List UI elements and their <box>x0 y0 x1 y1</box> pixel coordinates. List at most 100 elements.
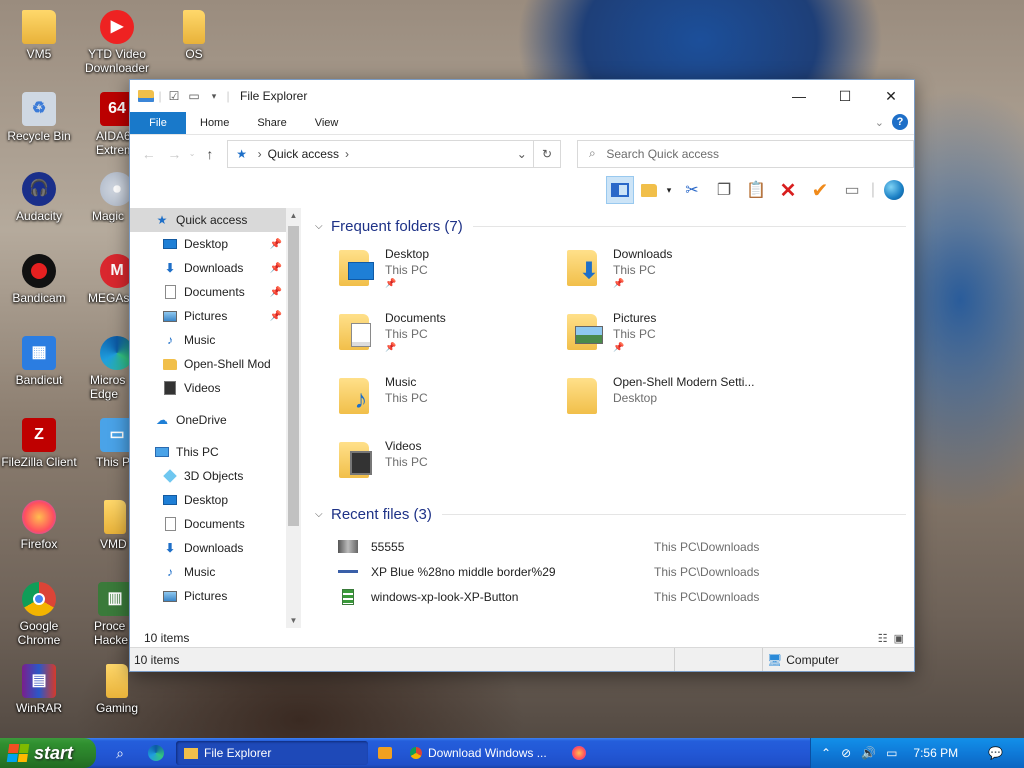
frequent-folder-tile[interactable]: Open-Shell Modern Setti... Desktop <box>563 374 791 430</box>
view-dropdown-icon[interactable]: ▾ <box>664 176 674 204</box>
search-icon[interactable]: ⌕ <box>102 738 138 768</box>
maximize-button[interactable]: ☐ <box>822 80 868 112</box>
tab-file[interactable]: File <box>130 112 186 134</box>
properties-icon[interactable]: ☑ <box>164 86 184 106</box>
frequent-folder-tile[interactable]: ♪ Music This PC <box>335 374 563 430</box>
close-button[interactable]: ✕ <box>868 80 914 112</box>
back-button[interactable]: ← <box>136 146 162 162</box>
clock[interactable]: 7:56 PM <box>913 746 958 760</box>
volume-icon[interactable]: 🔊 <box>861 746 876 760</box>
nav-item-videos[interactable]: Videos <box>130 376 286 400</box>
desktop-icon-winrar[interactable]: ▤ WinRAR <box>0 664 78 715</box>
globe-icon[interactable] <box>880 176 908 204</box>
details-view-icon[interactable]: ☷ <box>878 632 888 645</box>
recent-locations-icon[interactable]: ⌄ <box>187 149 197 158</box>
breadcrumb-separator-icon[interactable]: › <box>258 147 262 161</box>
taskbar-chrome[interactable]: Download Windows ... <box>402 741 562 765</box>
windows-flag-icon <box>6 744 30 762</box>
rename-icon[interactable]: ▭ <box>838 176 866 204</box>
taskbar-firefox[interactable] <box>564 741 594 765</box>
start-button[interactable]: start <box>0 738 96 768</box>
scroll-up-icon[interactable]: ▲ <box>286 208 301 223</box>
nav-item-pictures[interactable]: Pictures <box>130 584 286 608</box>
up-button[interactable]: ↑ <box>197 146 223 162</box>
desktop-icon-filezilla[interactable]: Z FileZilla Client <box>0 418 78 469</box>
desktop-icon-os[interactable]: OS <box>155 10 233 61</box>
frequent-folder-tile[interactable]: Videos This PC <box>335 438 563 494</box>
nav-item-open-shell-mod[interactable]: Open-Shell Mod <box>130 352 286 376</box>
taskbar-media-player[interactable] <box>370 741 400 765</box>
recent-files-header[interactable]: ⌵ Recent files (3) <box>315 500 914 528</box>
desktop-icon-bandicam[interactable]: Bandicam <box>0 254 78 305</box>
recent-file-row[interactable]: windows-xp-look-XP-Button This PC\Downloa… <box>315 584 914 609</box>
address-dropdown-icon[interactable]: ⌄ <box>511 147 533 161</box>
delete-icon[interactable]: ✕ <box>774 176 802 204</box>
refresh-button[interactable]: ↻ <box>533 139 562 168</box>
expand-ribbon-icon[interactable]: ⌄ <box>875 116 884 129</box>
recent-file-row[interactable]: 55555 This PC\Downloads <box>315 534 914 559</box>
network-off-icon[interactable]: ⊘ <box>841 746 851 760</box>
nav-item-pictures[interactable]: Pictures 📌 <box>130 304 286 328</box>
nav-item-documents[interactable]: Documents 📌 <box>130 280 286 304</box>
desktop-icon-recycle-bin[interactable]: ♻ Recycle Bin <box>0 92 78 143</box>
nav-item-this-pc[interactable]: This PC <box>130 440 286 464</box>
notification-icon[interactable]: 💬 <box>988 746 1003 760</box>
edge-icon[interactable] <box>138 738 174 768</box>
nav-item-3d-objects[interactable]: 3D Objects <box>130 464 286 488</box>
nav-item-music[interactable]: ♪ Music <box>130 328 286 352</box>
tab-home[interactable]: Home <box>186 112 243 134</box>
properties-check-icon[interactable]: ✔ <box>806 176 834 204</box>
new-folder-icon[interactable]: ▭ <box>184 86 204 106</box>
folder-view-icon[interactable] <box>638 176 660 204</box>
desktop-icon-vmd[interactable]: VMD <box>78 500 130 551</box>
nav-item-desktop[interactable]: Desktop <box>130 488 286 512</box>
nav-item-downloads[interactable]: ⬇ Downloads <box>130 536 286 560</box>
desktop-icon-this-pc[interactable]: ▭ This P <box>78 418 130 469</box>
desktop-icon-audacity[interactable]: 🎧 Audacity <box>0 172 78 223</box>
frequent-folders-header[interactable]: ⌵ Frequent folders (7) <box>315 212 914 240</box>
nav-item-music[interactable]: ♪ Music <box>130 560 286 584</box>
tab-view[interactable]: View <box>301 112 353 134</box>
desktop-icon-chrome[interactable]: Google Chrome <box>0 582 78 647</box>
large-icons-view-icon[interactable]: ▣ <box>894 632 904 645</box>
desktop-icon-vm5[interactable]: VM5 <box>0 10 78 61</box>
preview-pane-icon[interactable] <box>606 176 634 204</box>
breadcrumb-separator-icon[interactable]: › <box>345 147 349 161</box>
nav-item-desktop[interactable]: Desktop 📌 <box>130 232 286 256</box>
frequent-folder-tile[interactable]: ⬇ Downloads This PC 📌 <box>563 246 791 302</box>
desktop-icon-process-hacker[interactable]: ▥ Proce Hacke <box>78 582 130 647</box>
search-input[interactable] <box>606 146 897 161</box>
desktop-icon-firefox[interactable]: Firefox <box>0 500 78 551</box>
paste-icon[interactable]: 📋 <box>742 176 770 204</box>
nav-item-onedrive[interactable]: ☁ OneDrive <box>130 408 286 432</box>
desktop-icon-magic[interactable]: Magic <box>78 172 130 223</box>
desktop-icon-aida[interactable]: 64 AIDA6 Extrem <box>78 92 130 157</box>
taskbar-file-explorer[interactable]: File Explorer <box>176 741 368 765</box>
frequent-folder-tile[interactable]: Desktop This PC 📌 <box>335 246 563 302</box>
recent-file-row[interactable]: XP Blue %28no middle border%29 This PC\Do… <box>315 559 914 584</box>
breadcrumb-quick-access[interactable]: Quick access <box>268 147 339 161</box>
monitor-icon[interactable]: ▭ <box>886 746 897 760</box>
desktop-icon-edge[interactable]: Micros Edge <box>78 336 130 401</box>
scroll-thumb[interactable] <box>288 226 299 526</box>
winrar-icon: ▤ <box>22 664 56 698</box>
address-bar[interactable]: ★ › Quick access › ⌄ <box>226 139 534 168</box>
desktop-icon-mega[interactable]: M MEGAs <box>78 254 130 305</box>
copy-icon[interactable]: ❐ <box>710 176 738 204</box>
customize-quick-access-icon[interactable]: ▾ <box>204 86 224 106</box>
desktop-icon-bandicut[interactable]: ▦ Bandicut <box>0 336 78 387</box>
frequent-folder-tile[interactable]: Documents This PC 📌 <box>335 310 563 366</box>
help-icon[interactable]: ? <box>892 114 908 130</box>
minimize-button[interactable]: — <box>776 80 822 112</box>
tab-share[interactable]: Share <box>243 112 300 134</box>
forward-button[interactable]: → <box>162 146 188 162</box>
nav-scrollbar[interactable]: ▲ ▼ <box>286 208 301 628</box>
scroll-down-icon[interactable]: ▼ <box>286 613 301 628</box>
nav-item-quick-access[interactable]: ★ Quick access <box>130 208 286 232</box>
chevron-up-icon[interactable]: ⌃ <box>821 746 831 760</box>
frequent-folder-tile[interactable]: Pictures This PC 📌 <box>563 310 791 366</box>
desktop-icon-ytd[interactable]: ▶ YTD Video Downloader <box>78 10 156 75</box>
nav-item-downloads[interactable]: ⬇ Downloads 📌 <box>130 256 286 280</box>
nav-item-documents[interactable]: Documents <box>130 512 286 536</box>
cut-icon[interactable]: ✂ <box>678 176 706 204</box>
